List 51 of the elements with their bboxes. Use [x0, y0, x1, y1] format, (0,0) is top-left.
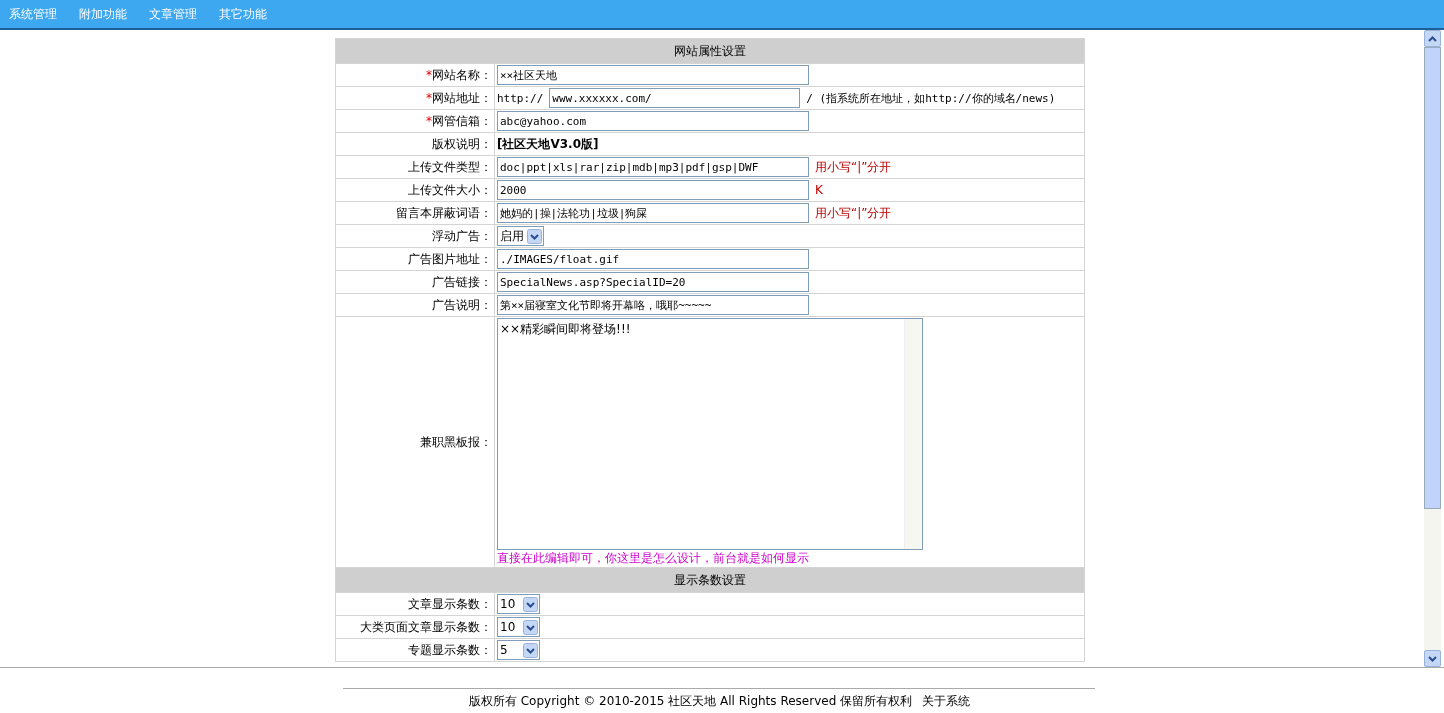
about-link[interactable]: 关于系统: [922, 693, 971, 710]
text-input[interactable]: 第××届寝室文化节即将开幕咯，哦耶~~~~~: [497, 295, 809, 315]
chevron-up-icon: [1428, 35, 1437, 42]
copyright-text: 版权所有 Copyright © 2010-2015 社区天地 All Rights Reserved 保留所有权利: [468, 693, 913, 710]
caret-icon: [523, 596, 538, 612]
hint-text: 用小写“|”分开: [815, 158, 892, 176]
text-input[interactable]: abc@yahoo.com: [497, 111, 809, 131]
field-label: 大类页面文章显示条数：: [360, 619, 492, 634]
field-label: 专题显示条数：: [408, 642, 492, 657]
scrollbar[interactable]: [1424, 30, 1441, 667]
scroll-up-button[interactable]: [1424, 30, 1441, 47]
caret-icon: [523, 619, 538, 635]
textarea-field[interactable]: ××精彩瞬间即将登场!!!: [497, 318, 923, 550]
field-label: 文章显示条数：: [408, 596, 492, 611]
scroll-down-button[interactable]: [1424, 650, 1441, 667]
chevron-down-icon: [1428, 655, 1437, 662]
hint-text: / (指系统所在地址，如http://你的域名/news): [806, 90, 1056, 106]
url-prefix: http://: [497, 91, 544, 105]
field-label: 兼职黑板报：: [420, 434, 492, 449]
select-dropdown[interactable]: 10: [497, 617, 540, 637]
field-label: *网管信箱：: [426, 113, 492, 128]
text-input[interactable]: ./IMAGES/float.gif: [497, 249, 809, 269]
select-dropdown[interactable]: 5: [497, 640, 540, 660]
field-label: 广告图片地址：: [408, 251, 492, 266]
text-input[interactable]: 她妈的|操|法轮功|垃圾|狗屎: [497, 203, 809, 223]
text-input[interactable]: SpecialNews.asp?SpecialID=20: [497, 272, 809, 292]
section-header: 显示条数设置: [335, 567, 1085, 593]
hint-text: 直接在此编辑即可，你这里是怎么设计，前台就是如何显示: [497, 550, 810, 567]
field-label: 广告链接：: [432, 274, 492, 289]
scrollbar-thumb[interactable]: [1424, 47, 1441, 509]
field-label: 浮动广告：: [432, 228, 492, 243]
copyright-text: [社区天地V3.0版]: [497, 136, 599, 151]
select-dropdown[interactable]: 10: [497, 594, 540, 614]
caret-icon: [527, 228, 542, 244]
field-label: *网站地址：: [426, 90, 492, 105]
hint-text: 用小写“|”分开: [815, 204, 892, 222]
field-label: 上传文件大小：: [408, 182, 492, 197]
section-header: 网站属性设置: [335, 38, 1085, 64]
hint-text: K: [815, 183, 823, 197]
field-label: 留言本屏蔽词语：: [396, 205, 492, 220]
caret-icon: [523, 642, 538, 658]
scrollbar[interactable]: [904, 319, 922, 549]
field-label: 广告说明：: [432, 297, 492, 312]
select-dropdown[interactable]: 启用: [497, 226, 544, 246]
field-label: 上传文件类型：: [408, 159, 492, 174]
text-input[interactable]: www.xxxxxx.com/: [549, 88, 801, 108]
field-label: 版权说明：: [432, 136, 492, 151]
field-label: *网站名称：: [426, 67, 492, 82]
text-input[interactable]: 2000: [497, 180, 809, 200]
text-input[interactable]: ××社区天地: [497, 65, 809, 85]
text-input[interactable]: doc|ppt|xls|rar|zip|mdb|mp3|pdf|gsp|DWF: [497, 157, 809, 177]
